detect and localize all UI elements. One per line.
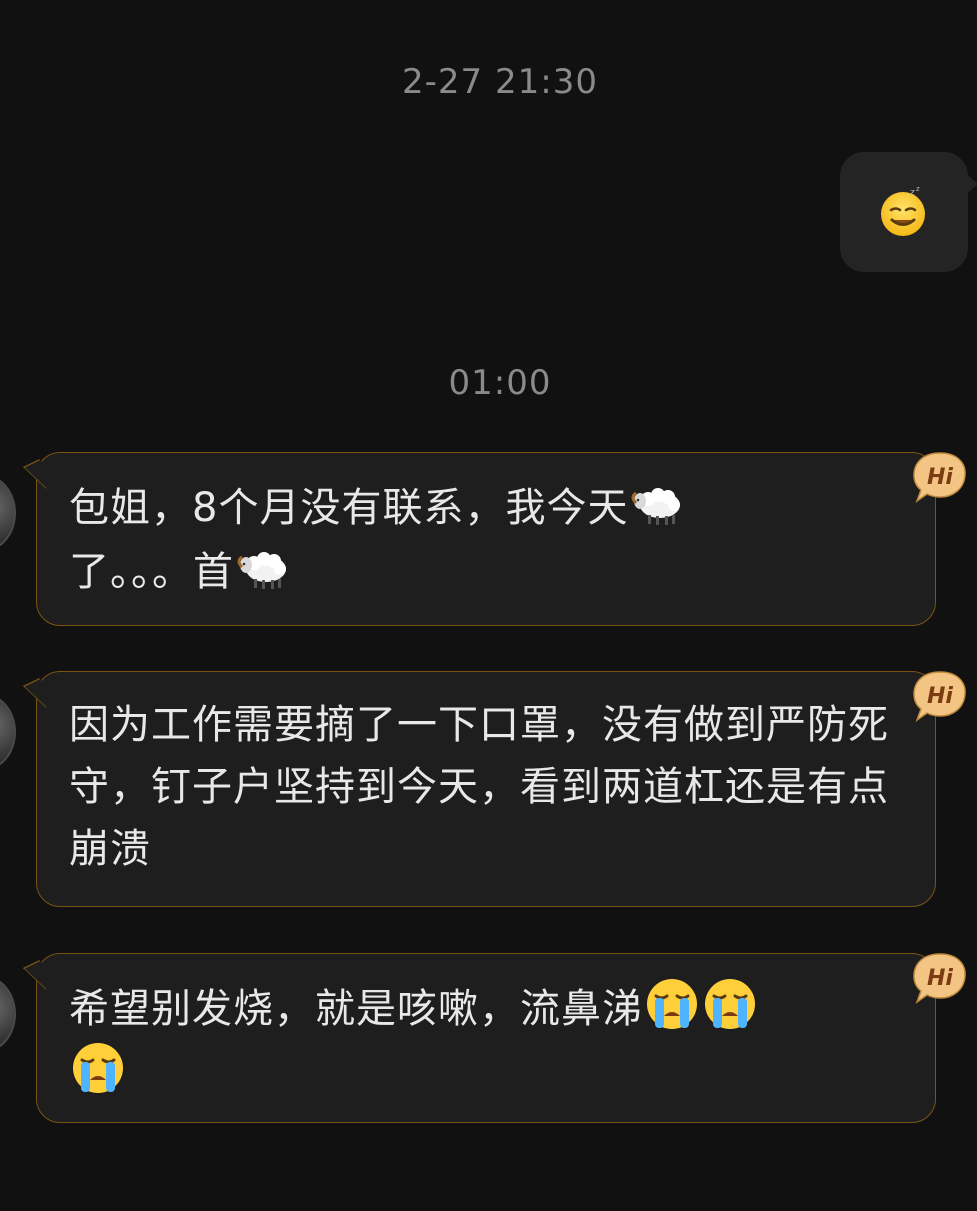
crying-face-emoji-icon xyxy=(73,1043,123,1093)
timestamp: 01:00 xyxy=(448,363,552,403)
bubble-tail xyxy=(23,960,63,990)
bubble-tail xyxy=(23,678,63,708)
svg-text:z: z xyxy=(916,185,920,193)
hi-badge-icon: Hi xyxy=(913,671,966,722)
message-text-part: 了。。。首 xyxy=(69,549,234,595)
hi-badge-icon: Hi xyxy=(913,452,966,503)
timestamp: 2-27 21:30 xyxy=(402,62,598,102)
avatar[interactable] xyxy=(0,976,16,1052)
svg-text:Hi: Hi xyxy=(927,465,953,490)
message-text: 希望别发烧，就是咳嗽，流鼻涕 xyxy=(69,976,905,1104)
sleepy-face-emoji-icon: z z xyxy=(881,185,925,236)
sent-message-bubble[interactable]: z z xyxy=(840,152,977,272)
bubble-tail xyxy=(23,459,63,489)
message-text-part: 包姐，8个月没有联系，我今天 xyxy=(69,485,629,531)
received-message-bubble[interactable]: 希望别发烧，就是咳嗽，流鼻涕 Hi xyxy=(23,953,966,1123)
svg-text:z: z xyxy=(910,188,915,198)
crying-face-emoji-icon xyxy=(705,979,755,1029)
message-text: 因为工作需要摘了一下口罩，没有做到严防死守，钉子户坚持到今天，看到两道杠还是有点… xyxy=(69,702,889,872)
bubble-tail xyxy=(966,174,977,194)
avatar[interactable] xyxy=(0,475,16,551)
crying-face-emoji-icon xyxy=(647,979,697,1029)
received-message-bubble[interactable]: 包姐，8个月没有联系，我今天 了。。。首 Hi xyxy=(23,452,966,626)
svg-text:Hi: Hi xyxy=(927,966,953,991)
hi-badge-icon: Hi xyxy=(913,953,966,1004)
svg-text:Hi: Hi xyxy=(927,684,953,709)
message-text: 包姐，8个月没有联系，我今天 了。。。首 xyxy=(69,475,905,603)
sheep-emoji-icon xyxy=(631,488,681,525)
sheep-emoji-icon xyxy=(237,552,286,589)
avatar[interactable] xyxy=(0,694,16,770)
received-message-bubble[interactable]: 因为工作需要摘了一下口罩，没有做到严防死守，钉子户坚持到今天，看到两道杠还是有点… xyxy=(23,671,966,907)
message-text-part: 希望别发烧，就是咳嗽，流鼻涕 xyxy=(69,986,643,1032)
